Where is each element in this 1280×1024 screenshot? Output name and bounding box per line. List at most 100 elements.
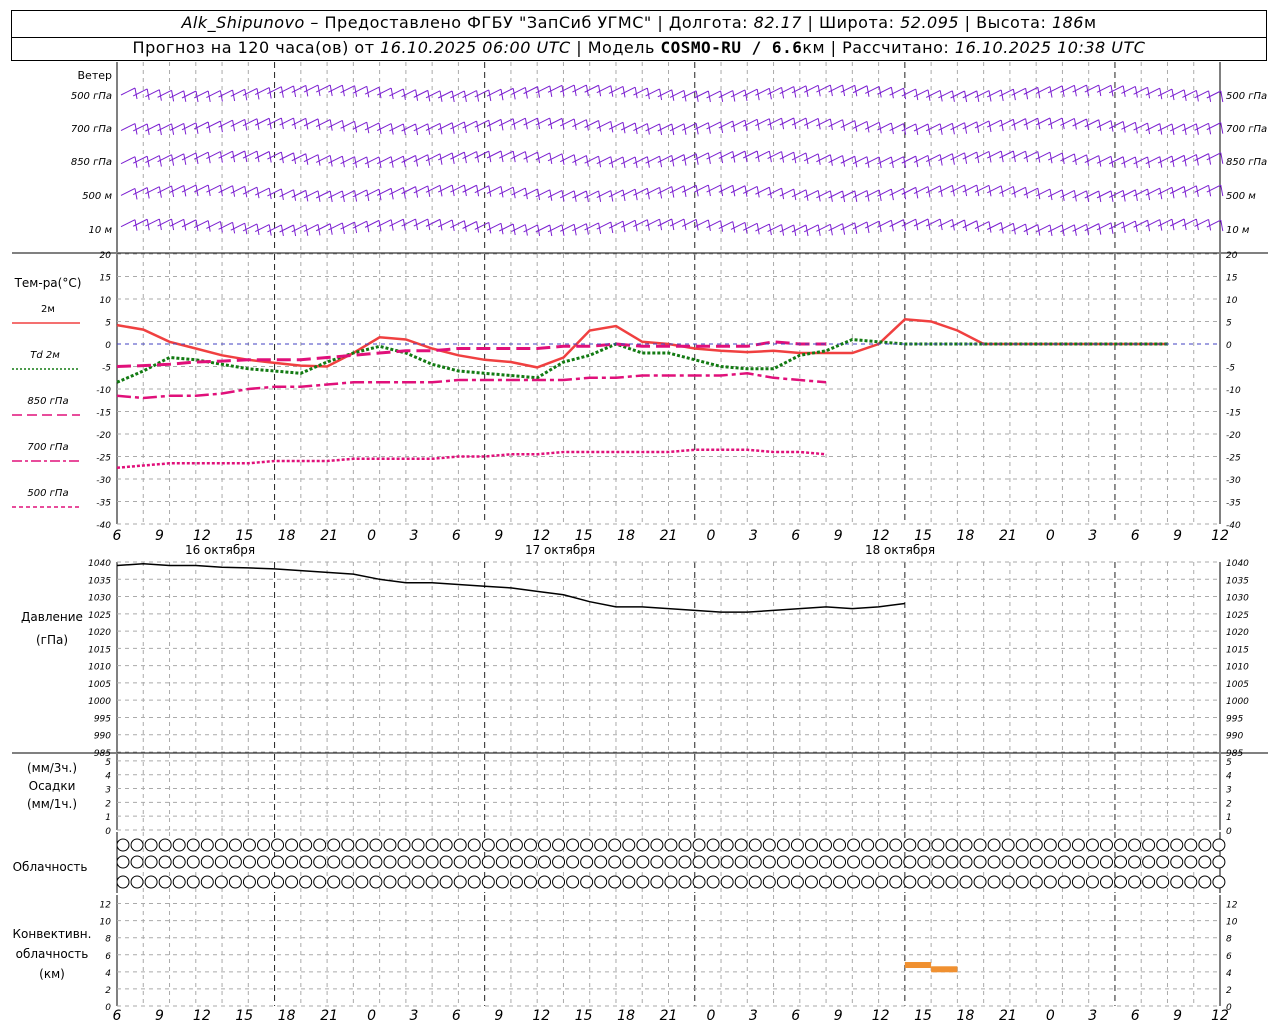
cloud-cover-mark: [987, 855, 1001, 869]
cloud-cover-mark: [1142, 855, 1156, 869]
cloud-cover-mark: [327, 855, 341, 869]
cloud-cover-mark: [692, 838, 706, 852]
cloud-cover-mark: [706, 875, 720, 889]
meteogram: 20 2015 1510 105 50 0-5 -5-10 -10-15 -15-20 -20-2…: [12, 62, 1268, 1024]
cloud-cover-mark: [692, 855, 706, 869]
cloud-cover-mark: [1071, 875, 1085, 889]
cloud-cover-mark: [1100, 855, 1113, 869]
y-tick-right: 3: [1226, 786, 1232, 796]
y-tick-left: 15: [100, 274, 112, 284]
cloud-cover-mark: [636, 838, 650, 852]
wind-barb-feather: [866, 121, 870, 133]
x-tick: 15: [235, 1008, 253, 1024]
cloud-cover-mark: [411, 855, 425, 869]
wind-barb-feather: [988, 221, 992, 233]
cloud-cover-mark: [1001, 875, 1015, 889]
wind-barb-feather: [744, 222, 748, 234]
cloud-cover-mark: [833, 855, 847, 869]
wind-barb-feather: [756, 186, 760, 198]
cloud-cover-mark: [594, 838, 608, 852]
cloud-cover-mark: [664, 855, 678, 869]
temp-title: Тем-ра(°C): [14, 276, 82, 290]
cloud-cover-mark: [889, 838, 903, 852]
y-tick-left: -15: [96, 409, 111, 419]
cloud-cover-mark: [1057, 838, 1071, 852]
cloud-cover-mark: [959, 855, 973, 869]
cloud-cover-mark: [214, 855, 228, 869]
cloud-cover-mark: [734, 855, 748, 869]
y-tick-left: 8: [105, 935, 111, 945]
x-tick: 12: [1211, 528, 1229, 544]
y-tick-left: 1040: [88, 559, 111, 569]
y-tick-right: -30: [1226, 476, 1241, 486]
y-tick-right: 1035: [1226, 576, 1249, 586]
x-tick: 9: [155, 528, 164, 544]
cloud-cover-mark: [903, 855, 917, 869]
wind-barb-feather: [1098, 119, 1102, 131]
wind-barb-feather: [293, 152, 297, 164]
x-tick: 9: [494, 1008, 503, 1024]
cloud-cover-mark: [172, 875, 186, 889]
cloud-cover-mark: [1212, 875, 1226, 889]
cloud-cover-mark: [608, 855, 622, 869]
cloud-cover-mark: [369, 838, 383, 852]
wind-barb-feather: [366, 86, 370, 98]
x-tick: 21: [999, 1008, 1017, 1024]
wind-barb-feather: [329, 119, 333, 131]
x-tick: 3: [1088, 1008, 1097, 1024]
x-tick: 9: [1173, 528, 1182, 544]
cloud-cover-mark: [622, 855, 636, 869]
cloud-cover-mark: [1128, 838, 1142, 852]
cloud-cover-mark: [552, 855, 566, 869]
y-tick-left: 1: [105, 813, 111, 823]
cloud-cover-mark: [1142, 875, 1156, 889]
x-tick: 6: [452, 528, 461, 544]
cloud-cover-mark: [467, 838, 481, 852]
wind-barb-feather: [1037, 188, 1041, 200]
y-tick-right: 4: [1226, 772, 1232, 782]
wind-barb-feather: [524, 188, 528, 200]
wind-barb-feather: [610, 121, 614, 133]
cloud-cover-mark: [1142, 838, 1156, 852]
cloud-cover-mark: [200, 838, 214, 852]
wind-barb: [120, 123, 136, 131]
cloud-cover-mark: [1015, 838, 1029, 852]
cloud-cover-mark: [1156, 838, 1170, 852]
cloud-cover-mark: [1170, 838, 1184, 852]
cloud-cover-mark: [959, 838, 973, 852]
wind-barb: [120, 156, 136, 165]
cloud-cover-mark: [861, 838, 875, 852]
wind-title: Ветер: [78, 69, 112, 82]
cloud-cover-mark: [1085, 875, 1099, 889]
wind-barb: [120, 87, 136, 96]
wind-level-right: 500 гПа: [1226, 91, 1267, 102]
y-tick-left: 1015: [88, 645, 111, 655]
y-tick-left: -5: [102, 364, 111, 374]
wind-barb-feather: [805, 152, 809, 165]
wind-barb-feather: [207, 220, 211, 232]
x-tick: 3: [749, 528, 758, 544]
cloud-cover-mark: [313, 838, 327, 852]
wind-barb-feather: [1147, 87, 1151, 99]
cloud-cover-mark: [580, 838, 594, 852]
x-tick: 21: [999, 528, 1017, 544]
wind-barb: [120, 187, 136, 196]
wind-barb-feather: [463, 220, 467, 232]
cloud-cover-mark: [383, 855, 397, 869]
convective-cloud-bars: [904, 962, 958, 973]
y-tick-right: 1005: [1226, 680, 1249, 690]
x-tick: 18: [617, 528, 635, 544]
x-tick: 6: [791, 1008, 800, 1024]
cloud-cover-mark: [523, 838, 537, 852]
pressure-unit: (гПа): [36, 633, 68, 647]
cloud-cover-mark: [1057, 875, 1071, 889]
conv-cloud-bar: [931, 966, 958, 973]
cloud-cover-mark: [495, 875, 509, 889]
x-tick: 21: [660, 528, 678, 544]
y-tick-left: -10: [96, 386, 111, 396]
cloud-cover-mark: [397, 855, 411, 869]
wind-level-left: 500 м: [82, 191, 112, 202]
cloud-cover-mark: [509, 838, 523, 852]
cloud-cover-mark: [341, 875, 355, 889]
day-label: 17 октября: [525, 543, 595, 557]
